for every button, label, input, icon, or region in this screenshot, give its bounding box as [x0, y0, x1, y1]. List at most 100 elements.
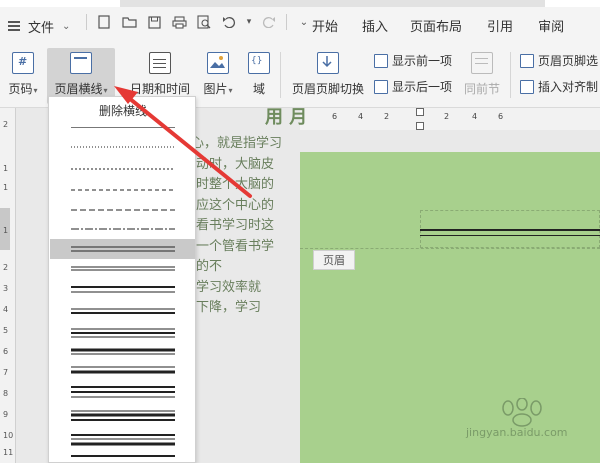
- menubar: 文件 ⌄ ▾ ⌄ 开始 插入 页面布局 引用 审阅: [0, 0, 600, 44]
- ruler-number: 6: [3, 347, 9, 356]
- page-number-icon: #: [12, 52, 34, 74]
- ruler-number: 4: [472, 112, 478, 121]
- chevron-down-icon: ▾: [103, 86, 108, 95]
- chevron-down-icon: ▾: [228, 86, 233, 95]
- chevron-down-icon: ⌄: [62, 20, 71, 32]
- same-as-prev-icon: [471, 52, 493, 74]
- insert-align-tab-label: 插入对齐制: [538, 80, 599, 94]
- line-style-option[interactable]: [71, 433, 175, 447]
- ruler-number: 7: [3, 368, 9, 377]
- line-style-option[interactable]: [71, 307, 175, 315]
- picture-button[interactable]: 图片▾: [198, 48, 238, 104]
- ruler-number: 1: [3, 226, 9, 235]
- picture-label: 图片: [203, 82, 228, 96]
- same-as-prev-label: 同前节: [463, 82, 500, 96]
- field-label: 域: [252, 82, 265, 96]
- document-title: 用 月: [265, 107, 308, 128]
- line-style-option[interactable]: [71, 347, 175, 355]
- secondary-tab[interactable]: [545, 0, 600, 7]
- ruler-number: 1: [3, 164, 9, 173]
- switch-header-footer-icon: [317, 52, 339, 74]
- header-line-thin: [420, 235, 600, 236]
- paw-logo-icon: [502, 398, 542, 427]
- menu-insert[interactable]: 插入: [362, 16, 388, 35]
- ruler-number: 6: [332, 112, 338, 121]
- hamburger-icon: [8, 21, 20, 31]
- ruler-number: 10: [3, 431, 14, 440]
- header-line-label: 页眉横线: [54, 82, 103, 96]
- print-preview-icon[interactable]: [196, 14, 212, 30]
- new-document-icon[interactable]: [96, 14, 112, 30]
- header-line-icon: [70, 52, 92, 74]
- quick-access-toolbar: ▾ ⌄: [86, 14, 312, 30]
- ruler-number: 5: [3, 326, 9, 335]
- divider: [510, 52, 511, 98]
- line-style-option[interactable]: [71, 227, 175, 231]
- line-style-option[interactable]: [71, 188, 175, 192]
- switch-header-footer-label: 页眉页脚切换: [291, 82, 364, 96]
- insert-align-tab-icon: [520, 79, 534, 94]
- indent-marker[interactable]: [416, 122, 424, 130]
- ruler-number: 2: [3, 120, 9, 129]
- menu-review[interactable]: 审阅: [538, 16, 564, 35]
- divider: [280, 52, 281, 98]
- ruler-number: 9: [3, 410, 9, 419]
- horizontal-ruler: 6 4 2 2 4 6: [300, 108, 600, 130]
- ruler-number: 8: [3, 389, 9, 398]
- file-menu-button[interactable]: 文件 ⌄: [8, 15, 70, 37]
- indent-marker[interactable]: [416, 108, 424, 116]
- switch-header-footer-button[interactable]: 页眉页脚切换: [290, 48, 366, 104]
- delete-line-option[interactable]: 删除横线: [49, 102, 197, 119]
- page-number-label: 页码: [8, 82, 33, 96]
- page-number-button[interactable]: # 页码▾: [4, 48, 42, 104]
- line-style-option[interactable]: [71, 453, 175, 461]
- line-style-option[interactable]: [71, 208, 175, 212]
- line-style-option-selected[interactable]: [71, 245, 175, 253]
- header-boundary: [300, 248, 600, 249]
- ruler-number: 1: [3, 183, 9, 192]
- line-style-option[interactable]: [71, 265, 175, 271]
- line-style-option[interactable]: [71, 145, 175, 149]
- picture-icon: [207, 52, 229, 74]
- main-menu: 开始 插入 页面布局 引用 审阅: [300, 16, 564, 35]
- header-tag: 页眉: [313, 250, 355, 270]
- show-prev-label: 显示前一项: [392, 54, 453, 68]
- print-icon[interactable]: [171, 14, 187, 30]
- show-next-button[interactable]: 显示后一项: [374, 78, 452, 95]
- line-style-option[interactable]: [71, 385, 175, 399]
- line-style-option[interactable]: [71, 365, 175, 377]
- header-footer-options-icon: [520, 53, 534, 68]
- line-style-option[interactable]: [71, 285, 175, 293]
- watermark-text: jingyan.baidu.com: [466, 426, 568, 439]
- field-button[interactable]: {} 域: [245, 48, 273, 104]
- menu-home[interactable]: 开始: [312, 16, 338, 35]
- vertical-ruler: 2 1 1 1 2 3 4 5 6 7 8 9 10 11: [0, 108, 16, 463]
- line-style-option[interactable]: [71, 327, 175, 339]
- file-menu-label: 文件: [28, 20, 55, 36]
- header-footer-options-label: 页眉页脚选: [538, 54, 599, 68]
- header-footer-options-button[interactable]: 页眉页脚选: [520, 52, 598, 69]
- same-as-prev-button[interactable]: 同前节: [462, 48, 502, 104]
- show-prev-button[interactable]: 显示前一项: [374, 52, 452, 69]
- ruler-number: 6: [498, 112, 504, 121]
- save-icon[interactable]: [146, 14, 162, 30]
- chevron-down-icon: ▾: [33, 86, 38, 95]
- menu-references[interactable]: 引用: [487, 16, 513, 35]
- show-prev-icon: [374, 53, 388, 68]
- line-style-option[interactable]: [71, 167, 175, 171]
- line-style-option[interactable]: [71, 409, 175, 423]
- undo-icon[interactable]: [221, 14, 237, 30]
- header-line-thick: [420, 229, 600, 231]
- header-line-dropdown: 删除横线: [48, 96, 196, 463]
- redo-icon[interactable]: [261, 14, 277, 30]
- chevron-down-icon[interactable]: ▾: [246, 14, 252, 30]
- menu-page-layout[interactable]: 页面布局: [410, 16, 462, 35]
- ruler-number: 4: [358, 112, 364, 121]
- divider: [286, 14, 287, 30]
- tab-strip: [0, 0, 600, 7]
- insert-align-tab-button[interactable]: 插入对齐制: [520, 78, 598, 95]
- document-tab[interactable]: [0, 0, 120, 7]
- watermark: jingyan.baidu.com: [466, 398, 596, 446]
- divider: [86, 14, 87, 30]
- open-folder-icon[interactable]: [121, 14, 137, 30]
